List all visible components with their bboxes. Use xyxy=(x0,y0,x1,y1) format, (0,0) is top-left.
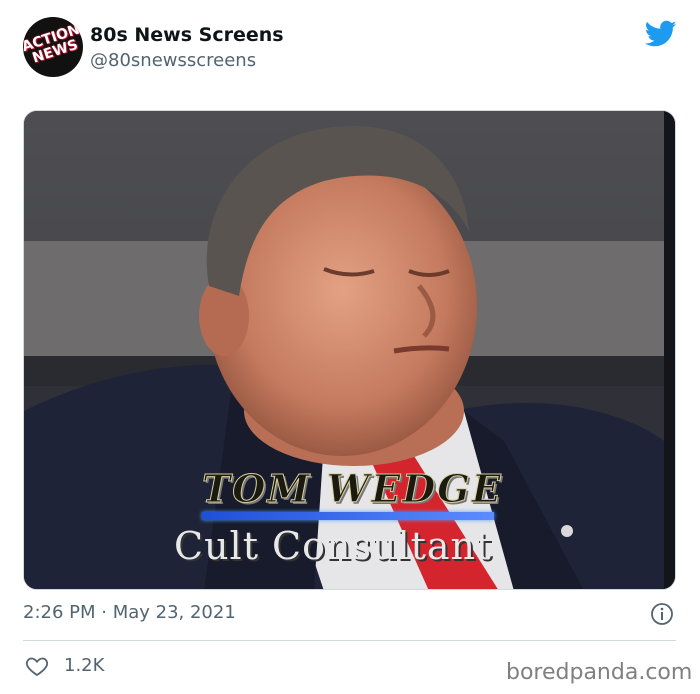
lower-third-name: TOM WEDGE xyxy=(202,466,503,512)
lower-third-title: Cult Consultant xyxy=(174,524,493,568)
divider xyxy=(23,640,676,641)
lower-third-bar xyxy=(202,512,494,520)
avatar-logo-text: ACTION NEWS xyxy=(23,21,82,67)
twitter-bird-icon[interactable] xyxy=(645,20,677,48)
tweet-card: ACTION NEWS 80s News Screens @80snewsscr… xyxy=(0,0,700,694)
like-count[interactable]: 1.2K xyxy=(64,654,104,678)
author-handle[interactable]: @80snewsscreens xyxy=(90,50,256,72)
tweet-timestamp[interactable]: 2:26 PM · May 23, 2021 xyxy=(23,601,236,625)
author-name[interactable]: 80s News Screens xyxy=(90,23,284,47)
heart-icon[interactable] xyxy=(25,654,49,678)
tweet-media-image[interactable]: TOM WEDGE Cult Consultant xyxy=(23,110,676,590)
lower-third-caption: TOM WEDGE Cult Consultant xyxy=(24,111,675,589)
watermark: boredpanda.com xyxy=(506,660,693,685)
info-icon[interactable] xyxy=(650,602,674,626)
avatar[interactable]: ACTION NEWS xyxy=(23,17,83,77)
